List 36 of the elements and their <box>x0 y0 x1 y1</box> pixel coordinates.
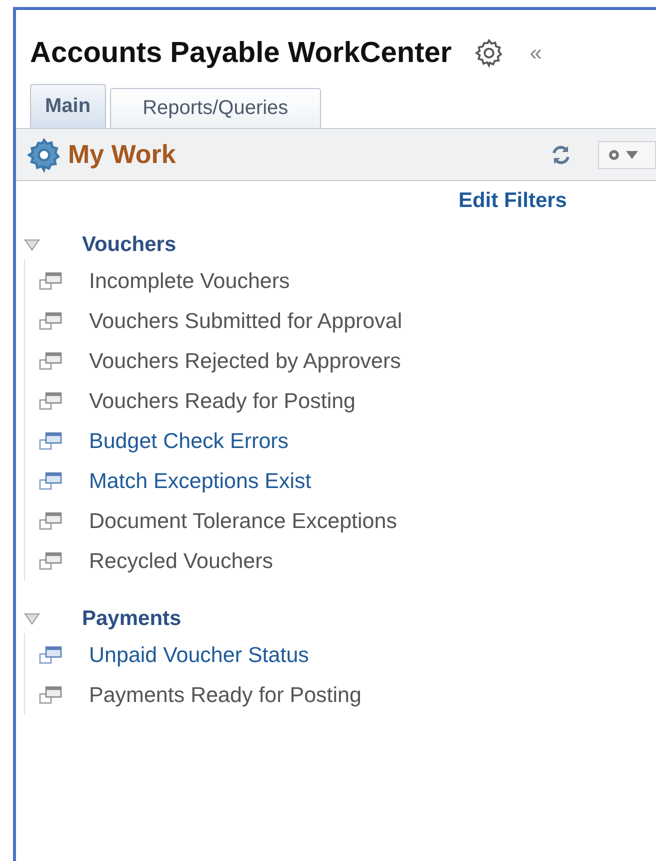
work-item[interactable]: Document Tolerance Exceptions <box>89 508 397 534</box>
window-icon <box>39 645 63 665</box>
window-icon <box>39 685 63 705</box>
window-icon <box>39 271 63 291</box>
work-item[interactable]: Incomplete Vouchers <box>89 268 290 294</box>
group-heading: Vouchers <box>82 233 176 257</box>
window-icon <box>39 311 63 331</box>
work-item[interactable]: Vouchers Ready for Posting <box>89 388 356 414</box>
collapse-toggle-icon[interactable] <box>24 613 40 625</box>
collapse-toggle-icon[interactable] <box>24 239 40 251</box>
gear-icon <box>607 148 621 162</box>
work-item-link[interactable]: Match Exceptions Exist <box>89 468 312 494</box>
window-icon <box>39 471 63 491</box>
page-title: Accounts Payable WorkCenter <box>30 36 452 70</box>
settings-icon <box>474 38 504 68</box>
refresh-icon[interactable] <box>550 144 572 166</box>
window-icon <box>39 511 63 531</box>
work-item[interactable]: Recycled Vouchers <box>89 548 274 574</box>
caret-icon <box>625 150 639 160</box>
work-item-link[interactable]: Unpaid Voucher Status <box>89 642 309 668</box>
window-icon <box>39 391 63 411</box>
window-icon <box>39 551 63 571</box>
tab[interactable]: Main <box>30 84 106 128</box>
gear-icon <box>26 136 62 172</box>
tab[interactable]: Reports/Queries <box>110 88 322 128</box>
edit-filters-link[interactable]: Edit Filters <box>458 189 567 213</box>
collapse-button[interactable]: « <box>530 40 542 66</box>
work-item[interactable]: Vouchers Rejected by Approvers <box>89 348 401 374</box>
window-icon <box>39 431 63 451</box>
work-item[interactable]: Vouchers Submitted for Approval <box>89 308 402 334</box>
window-icon <box>39 351 63 371</box>
options-menu-button[interactable] <box>598 140 656 168</box>
work-item[interactable]: Payments Ready for Posting <box>89 682 362 708</box>
group-heading: Payments <box>82 607 182 631</box>
pagelet-title: My Work <box>68 139 176 170</box>
work-item-link[interactable]: Budget Check Errors <box>89 428 289 454</box>
